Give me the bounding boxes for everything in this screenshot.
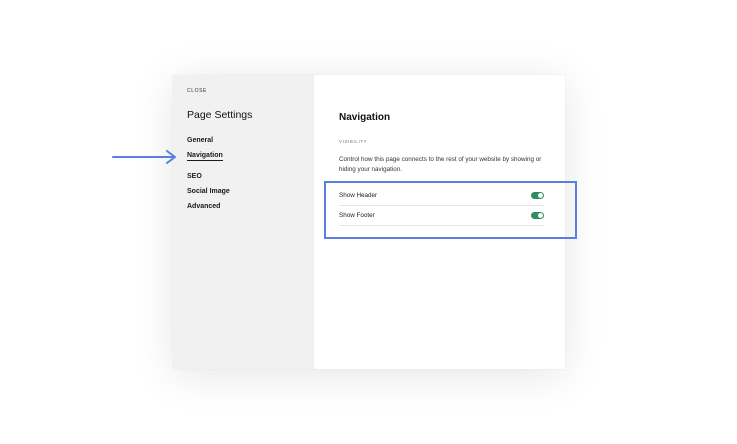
highlight-annotation-box	[324, 181, 577, 239]
page-title: Navigation	[339, 112, 391, 123]
sidebar-item-seo[interactable]: SEO	[187, 173, 202, 180]
sidebar-item-advanced[interactable]: Advanced	[187, 203, 220, 210]
settings-sidebar: CLOSE Page Settings General Navigation S…	[173, 75, 314, 369]
close-button[interactable]: CLOSE	[187, 88, 207, 94]
sidebar-item-general[interactable]: General	[187, 137, 213, 144]
arrow-right-icon	[112, 150, 176, 164]
section-description: Control how this page connects to the re…	[339, 156, 542, 173]
sidebar-title: Page Settings	[187, 109, 253, 121]
sidebar-item-navigation[interactable]: Navigation	[187, 152, 223, 161]
section-label: VISIBILITY	[339, 139, 368, 144]
sidebar-item-social-image[interactable]: Social Image	[187, 188, 230, 195]
